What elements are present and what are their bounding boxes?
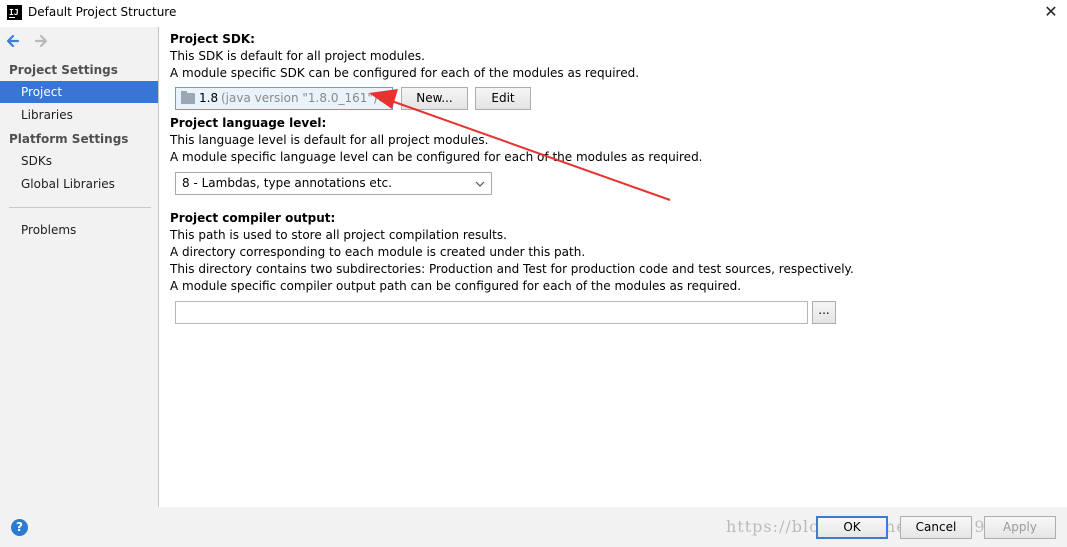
- project-settings-header: Project Settings: [9, 63, 118, 77]
- compiler-heading: Project compiler output:: [170, 211, 336, 225]
- sidebar-divider: [9, 207, 151, 208]
- chevron-down-icon: [376, 96, 386, 102]
- sdk-version: 1.8: [199, 91, 219, 105]
- sdk-combobox[interactable]: 1.8 (java version "1.8.0_161"): [175, 87, 393, 110]
- compiler-output-field[interactable]: [175, 301, 808, 324]
- ok-button[interactable]: OK: [816, 516, 888, 539]
- sidebar: Project Settings Project Libraries Platf…: [0, 27, 159, 507]
- nav-arrows: [5, 33, 57, 49]
- new-sdk-button[interactable]: New...: [401, 87, 468, 110]
- cancel-button[interactable]: Cancel: [900, 516, 972, 539]
- browse-button[interactable]: ...: [812, 301, 836, 324]
- apply-button[interactable]: Apply: [984, 516, 1056, 539]
- window-title: Default Project Structure: [28, 5, 177, 19]
- compiler-desc-1: This path is used to store all project c…: [170, 228, 507, 242]
- compiler-desc-2: A directory corresponding to each module…: [170, 245, 586, 259]
- sdk-desc-1: This SDK is default for all project modu…: [170, 49, 425, 63]
- sdk-heading: Project SDK:: [170, 32, 255, 46]
- forward-arrow-icon[interactable]: [33, 33, 49, 49]
- sdk-desc-2: A module specific SDK can be configured …: [170, 66, 640, 80]
- help-icon[interactable]: ?: [11, 519, 28, 536]
- sdk-version-detail: (java version "1.8.0_161"): [221, 91, 378, 105]
- chevron-down-icon: [475, 181, 485, 187]
- close-icon[interactable]: ✕: [1042, 3, 1060, 21]
- main-panel: Project SDK: This SDK is default for all…: [160, 27, 1067, 507]
- language-level-combobox[interactable]: 8 - Lambdas, type annotations etc.: [175, 172, 492, 195]
- title-bar: IJ Default Project Structure ✕: [0, 0, 1067, 27]
- compiler-desc-4: A module specific compiler output path c…: [170, 279, 742, 293]
- language-heading: Project language level:: [170, 116, 327, 130]
- language-level-value: 8 - Lambdas, type annotations etc.: [182, 176, 392, 190]
- sidebar-item-global-libraries[interactable]: Global Libraries: [0, 173, 158, 195]
- dialog-footer: ? https://blog.csdn.net/qq_26941833 OK C…: [0, 507, 1067, 547]
- sidebar-item-sdks[interactable]: SDKs: [0, 150, 158, 172]
- sidebar-item-libraries[interactable]: Libraries: [0, 104, 158, 126]
- language-desc-2: A module specific language level can be …: [170, 150, 703, 164]
- compiler-desc-3: This directory contains two subdirectori…: [170, 262, 854, 276]
- intellij-app-icon: IJ: [7, 5, 22, 20]
- sidebar-item-problems[interactable]: Problems: [0, 219, 158, 241]
- language-desc-1: This language level is default for all p…: [170, 133, 489, 147]
- platform-settings-header: Platform Settings: [9, 132, 129, 146]
- edit-sdk-button[interactable]: Edit: [475, 87, 531, 110]
- back-arrow-icon[interactable]: [5, 33, 21, 49]
- sidebar-item-project[interactable]: Project: [0, 81, 158, 103]
- folder-icon: [181, 91, 195, 104]
